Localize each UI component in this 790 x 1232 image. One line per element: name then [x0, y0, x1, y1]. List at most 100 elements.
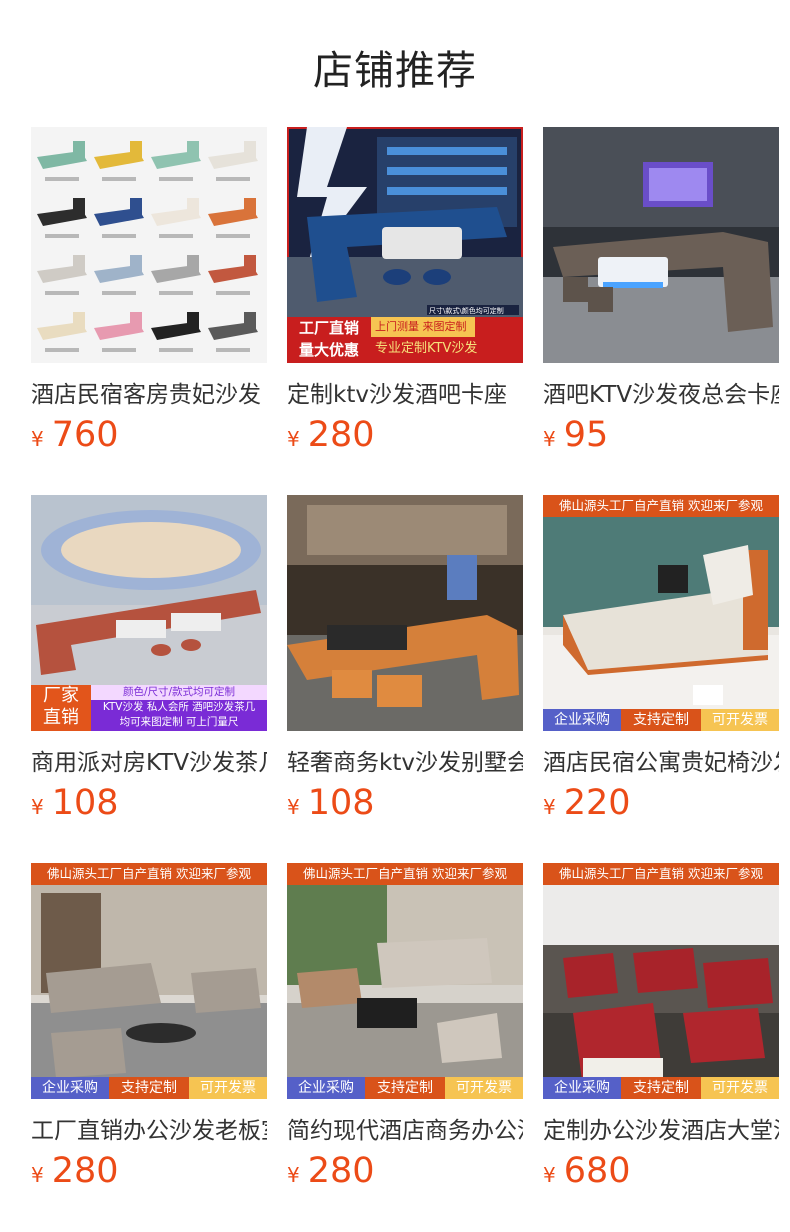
price-value: 108: [51, 783, 119, 823]
product-image[interactable]: 厂家 直销 颜色/尺寸/款式均可定制 KTV沙发 私人会所 酒吧沙发茶几 均可来…: [31, 495, 267, 731]
product-card[interactable]: 佛山源头工厂自产直销 欢迎来厂参观 企业采购 支持定制 可开发票 定制办公沙发酒…: [543, 863, 779, 1213]
swatch-label-line: [102, 348, 136, 352]
currency-symbol: ¥: [543, 1163, 556, 1187]
chaise-swatch-back: [130, 312, 142, 330]
product-name[interactable]: 定制办公沙发酒店大堂沙发: [543, 1111, 779, 1145]
chaise-swatch-back: [130, 255, 142, 273]
product-image[interactable]: [543, 127, 779, 363]
promo-line: 颜色/尺寸/款式均可定制: [91, 685, 267, 700]
product-name[interactable]: 酒店民宿客房贵妃沙发: [31, 375, 267, 409]
chaise-swatch-back: [73, 312, 85, 330]
product-price: ¥220: [543, 783, 631, 823]
currency-symbol: ¥: [543, 795, 556, 819]
swatch-label-line: [216, 177, 250, 181]
chaise-swatch-back: [73, 198, 85, 216]
promo-tag: 厂家: [43, 685, 79, 706]
product-image[interactable]: [31, 127, 267, 363]
product-name[interactable]: 定制ktv沙发酒吧卡座: [287, 375, 523, 409]
product-card[interactable]: 尺寸\款式\颜色均可定制 工厂直销 量大优惠 上门测量 来图定制 专业定制KTV…: [287, 127, 523, 477]
product-card[interactable]: 轻奢商务ktv沙发别墅会所 ¥108: [287, 495, 523, 845]
product-name[interactable]: 工厂直销办公沙发老板室: [31, 1111, 267, 1145]
promo-tag: 量大优惠: [298, 341, 359, 359]
promo-top-banner: 佛山源头工厂自产直销 欢迎来厂参观: [543, 495, 779, 517]
product-price: ¥108: [287, 783, 375, 823]
promo-tag: 直销: [43, 707, 79, 728]
product-image[interactable]: 佛山源头工厂自产直销 欢迎来厂参观 企业采购 支持定制 可开发票: [31, 863, 267, 1099]
promo-line: 均可来图定制 可上门量尺: [119, 716, 239, 728]
price-value: 95: [563, 415, 609, 455]
product-name[interactable]: 酒吧KTV沙发夜总会卡座: [543, 375, 779, 409]
chaise-swatch-back: [130, 141, 142, 159]
swatch-label-line: [216, 234, 250, 238]
swatch-label-line: [159, 234, 193, 238]
product-price: ¥95: [543, 415, 608, 455]
product-price: ¥108: [31, 783, 119, 823]
product-card[interactable]: 佛山源头工厂自产直销 欢迎来厂参观 企业采购 支持定制 可开发票 简约现代酒店商…: [287, 863, 523, 1213]
currency-symbol: ¥: [31, 427, 44, 451]
product-price: ¥280: [287, 1151, 375, 1191]
product-name[interactable]: 轻奢商务ktv沙发别墅会所: [287, 743, 523, 777]
product-name[interactable]: 简约现代酒店商务办公沙发: [287, 1111, 523, 1145]
promo-top-banner: 佛山源头工厂自产直销 欢迎来厂参观: [31, 863, 267, 885]
product-name[interactable]: 酒店民宿公寓贵妃椅沙发: [543, 743, 779, 777]
invoice-tag: 可开发票: [445, 1077, 523, 1099]
product-image[interactable]: 佛山源头工厂自产直销 欢迎来厂参观 企业采购 支持定制 可开发票: [287, 863, 523, 1099]
product-name[interactable]: 商用派对房KTV沙发茶几: [31, 743, 267, 777]
product-card[interactable]: 酒店民宿客房贵妃沙发 ¥760: [31, 127, 267, 477]
promo-tag: 工厂直销: [298, 319, 359, 337]
customization-tag: 支持定制: [621, 709, 701, 731]
invoice-tag: 可开发票: [701, 709, 779, 731]
customization-tag: 支持定制: [621, 1077, 701, 1099]
swatch-label-line: [216, 348, 250, 352]
promo-tag: 专业定制KTV沙发: [375, 341, 478, 356]
swatch-label-line: [102, 291, 136, 295]
product-card[interactable]: 厂家 直销 颜色/尺寸/款式均可定制 KTV沙发 私人会所 酒吧沙发茶几 均可来…: [31, 495, 267, 845]
currency-symbol: ¥: [543, 427, 556, 451]
promo-bottom-banner: 企业采购 支持定制 可开发票: [31, 1077, 267, 1099]
promo-banner: 工厂直销 量大优惠 上门测量 来图定制 专业定制KTV沙发: [287, 317, 523, 363]
enterprise-purchase-tag: 企业采购: [287, 1077, 365, 1099]
chaise-swatch-back: [187, 141, 199, 159]
promo-bottom-banner: 企业采购 支持定制 可开发票: [543, 1077, 779, 1099]
chaise-swatch-back: [187, 198, 199, 216]
promo-top-banner: 佛山源头工厂自产直销 欢迎来厂参观: [287, 863, 523, 885]
currency-symbol: ¥: [287, 795, 300, 819]
product-price: ¥760: [31, 415, 119, 455]
product-price: ¥680: [543, 1151, 631, 1191]
swatch-label-line: [159, 177, 193, 181]
currency-symbol: ¥: [31, 1163, 44, 1187]
chaise-swatch-back: [130, 198, 142, 216]
promo-bottom-banner: 企业采购 支持定制 可开发票: [287, 1077, 523, 1099]
customization-tag: 支持定制: [109, 1077, 189, 1099]
swatch-label-line: [45, 291, 79, 295]
swatch-label-line: [216, 291, 250, 295]
enterprise-purchase-tag: 企业采购: [543, 709, 621, 731]
product-card[interactable]: 佛山源头工厂自产直销 欢迎来厂参观 企业采购 支持定制 可开发票 酒店民宿公寓贵…: [543, 495, 779, 845]
product-image[interactable]: 尺寸\款式\颜色均可定制 工厂直销 量大优惠 上门测量 来图定制 专业定制KTV…: [287, 127, 523, 363]
swatch-label-line: [159, 291, 193, 295]
chaise-swatch-back: [73, 141, 85, 159]
price-value: 220: [563, 783, 631, 823]
product-image[interactable]: 佛山源头工厂自产直销 欢迎来厂参观 企业采购 支持定制 可开发票: [543, 863, 779, 1099]
enterprise-purchase-tag: 企业采购: [543, 1077, 621, 1099]
swatch-label-line: [45, 348, 79, 352]
chaise-swatch-back: [187, 312, 199, 330]
currency-symbol: ¥: [287, 427, 300, 451]
product-card[interactable]: 佛山源头工厂自产直销 欢迎来厂参观 企业采购 支持定制 可开发票 工厂直销办公沙…: [31, 863, 267, 1213]
price-value: 280: [307, 1151, 375, 1191]
customization-tag: 支持定制: [365, 1077, 445, 1099]
promo-line: KTV沙发 私人会所 酒吧沙发茶几: [102, 701, 256, 713]
promo-tag: 上门测量 来图定制: [371, 317, 475, 337]
promo-banner: 厂家 直销 颜色/尺寸/款式均可定制 KTV沙发 私人会所 酒吧沙发茶几 均可来…: [31, 685, 267, 731]
swatch-label-line: [102, 177, 136, 181]
product-card[interactable]: 酒吧KTV沙发夜总会卡座 ¥95: [543, 127, 779, 477]
product-image[interactable]: 佛山源头工厂自产直销 欢迎来厂参观 企业采购 支持定制 可开发票: [543, 495, 779, 731]
promo-bottom-banner: 企业采购 支持定制 可开发票: [543, 709, 779, 731]
enterprise-purchase-tag: 企业采购: [31, 1077, 109, 1099]
image-caption: 尺寸\款式\颜色均可定制: [429, 306, 504, 315]
swatch-label-line: [45, 177, 79, 181]
promo-top-banner: 佛山源头工厂自产直销 欢迎来厂参观: [543, 863, 779, 885]
product-image[interactable]: [287, 495, 523, 731]
swatch-label-line: [159, 348, 193, 352]
product-price: ¥280: [287, 415, 375, 455]
